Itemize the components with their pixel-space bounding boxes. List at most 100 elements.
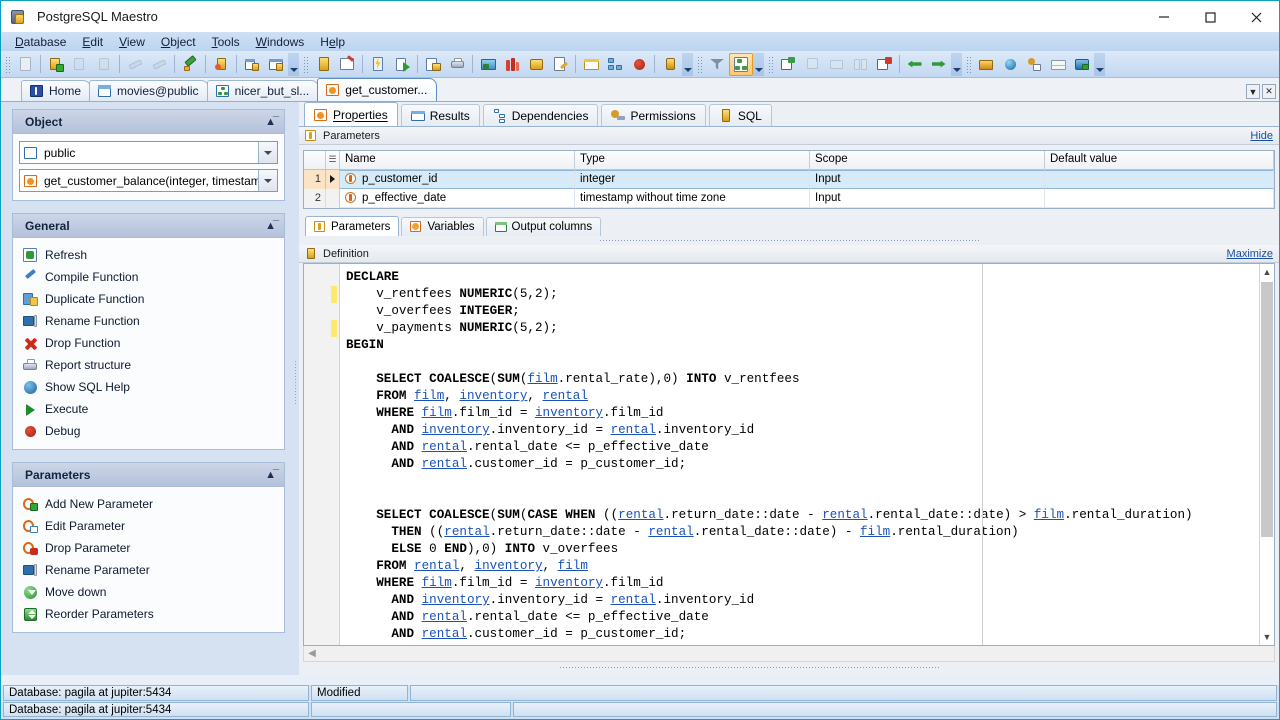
toolbar-home-icon[interactable] — [974, 53, 998, 76]
action-debug[interactable]: Debug — [19, 420, 280, 442]
toolbar-grip[interactable] — [4, 55, 11, 74]
doc-tab-movies[interactable]: movies@public — [89, 80, 209, 101]
menu-database[interactable]: Database — [7, 33, 74, 51]
minimize-button[interactable] — [1141, 1, 1187, 32]
cell-scope[interactable]: Input — [810, 189, 1045, 208]
menu-view[interactable]: View — [111, 33, 153, 51]
toolbar-feedback-icon[interactable] — [1070, 53, 1094, 76]
action-execute[interactable]: Execute — [19, 398, 280, 420]
menu-tools[interactable]: Tools — [204, 33, 248, 51]
toolbar-overflow-5[interactable] — [1094, 53, 1105, 76]
toolbar-grip-5[interactable] — [965, 55, 972, 74]
col-type[interactable]: Type — [575, 151, 810, 169]
toolbar-edit-database-icon[interactable] — [68, 53, 92, 76]
sql-code-text[interactable]: DECLARE v_rentfees NUMERIC(5,2); v_overf… — [340, 264, 1259, 645]
toolbar-chart-icon[interactable] — [500, 53, 524, 76]
menu-edit[interactable]: Edit — [74, 33, 111, 51]
doc-tab-nicer-but-sl[interactable]: nicer_but_sl... — [207, 80, 320, 101]
cell-type[interactable]: integer — [575, 170, 810, 189]
toolbar-connect-icon[interactable] — [123, 53, 147, 76]
object-panel-header[interactable]: Object ▲̅ — [13, 110, 284, 134]
action-refresh[interactable]: Refresh — [19, 244, 280, 266]
general-panel-header[interactable]: General ▲̅ — [13, 214, 284, 238]
object-combo[interactable]: get_customer_balance(integer, timestamp — [19, 169, 278, 192]
toolbar-package-icon[interactable] — [524, 53, 548, 76]
toolbar-query-builder-icon[interactable] — [335, 53, 359, 76]
maximize-button[interactable] — [1187, 1, 1233, 32]
close-button[interactable] — [1233, 1, 1279, 32]
toolbar-script-edit-icon[interactable] — [548, 53, 572, 76]
col-name[interactable]: Name — [340, 151, 575, 169]
parameters-panel-header[interactable]: Parameters ▲̅ — [13, 463, 284, 487]
chevron-up-icon[interactable]: ▲̅ — [265, 220, 276, 232]
maximize-definition-link[interactable]: Maximize — [1227, 248, 1273, 260]
toolbar-table-editor-icon[interactable] — [240, 53, 264, 76]
tab-close-button[interactable]: ✕ — [1262, 84, 1276, 99]
tab-results[interactable]: Results — [401, 104, 480, 126]
toolbar-execute-script-icon[interactable] — [366, 53, 390, 76]
action-rename-parameter[interactable]: Rename Parameter — [19, 559, 280, 581]
menu-help[interactable]: Help — [312, 33, 353, 51]
chevron-up-icon[interactable]: ▲̅ — [265, 469, 276, 481]
action-show-sql-help[interactable]: Show SQL Help — [19, 376, 280, 398]
scroll-left-button[interactable]: ◀ — [304, 648, 320, 659]
tab-list-dropdown-button[interactable]: ▼ — [1246, 84, 1260, 99]
toolbar-back-icon[interactable] — [903, 53, 927, 76]
action-drop-parameter[interactable]: Drop Parameter — [19, 537, 280, 559]
cell-name[interactable]: p_customer_id — [340, 170, 575, 189]
toolbar-tile-vertical-icon[interactable] — [848, 53, 872, 76]
toolbar-filter-icon[interactable] — [705, 53, 729, 76]
schema-combo[interactable]: public — [19, 141, 278, 164]
tab-properties[interactable]: Properties — [304, 102, 398, 126]
toolbar-overflow-3[interactable] — [753, 53, 764, 76]
action-drop-function[interactable]: Drop Function — [19, 332, 280, 354]
editor-vertical-scrollbar[interactable]: ▲ ▼ — [1259, 264, 1274, 645]
action-add-new-parameter[interactable]: Add New Parameter — [19, 493, 280, 515]
cell-name[interactable]: p_effective_date — [340, 189, 575, 208]
toolbar-disconnect-icon[interactable] — [147, 53, 171, 76]
tab-permissions[interactable]: Permissions — [601, 104, 705, 126]
toolbar-sql-editor-icon[interactable] — [311, 53, 335, 76]
tab-dependencies[interactable]: Dependencies — [483, 104, 599, 126]
action-edit-parameter[interactable]: Edit Parameter — [19, 515, 280, 537]
scroll-down-button[interactable]: ▼ — [1260, 629, 1274, 645]
cell-default-value[interactable] — [1045, 189, 1274, 208]
toolbar-data-editor-icon[interactable] — [264, 53, 288, 76]
toolbar-diagram-icon[interactable] — [603, 53, 627, 76]
col-scope[interactable]: Scope — [810, 151, 1045, 169]
action-reorder-parameters[interactable]: Reorder Parameters — [19, 603, 280, 625]
tab-sql[interactable]: SQL — [709, 104, 772, 126]
toolbar-grid-icon[interactable] — [579, 53, 603, 76]
toolbar-close-window-icon[interactable] — [872, 53, 896, 76]
action-duplicate-function[interactable]: Duplicate Function — [19, 288, 280, 310]
toolbar-add-database-icon[interactable] — [44, 53, 68, 76]
cell-default-value[interactable] — [1045, 170, 1274, 189]
bottom-splitter[interactable] — [299, 662, 1279, 672]
toolbar-forward-icon[interactable] — [927, 53, 951, 76]
doc-tab-get-customer[interactable]: get_customer... — [317, 78, 437, 101]
toolbar-report-icon[interactable] — [476, 53, 500, 76]
toolbar-new-window-icon[interactable] — [776, 53, 800, 76]
table-row[interactable]: 1 p_customer_id integer Input — [304, 170, 1274, 189]
toolbar-print-icon[interactable] — [445, 53, 469, 76]
chevron-down-icon[interactable] — [258, 170, 277, 191]
horizontal-splitter[interactable] — [299, 236, 1279, 245]
toolbar-execute-icon[interactable] — [390, 53, 414, 76]
cell-scope[interactable]: Input — [810, 170, 1045, 189]
action-report-structure[interactable]: Report structure — [19, 354, 280, 376]
toolbar-import-icon[interactable] — [421, 53, 445, 76]
toolbar-grip-4[interactable] — [767, 55, 774, 74]
action-rename-function[interactable]: Rename Function — [19, 310, 280, 332]
menu-object[interactable]: Object — [153, 33, 204, 51]
scrollbar-thumb[interactable] — [1261, 282, 1273, 537]
toolbar-grip-3[interactable] — [696, 55, 703, 74]
action-move-down[interactable]: Move down — [19, 581, 280, 603]
toolbar-cascade-icon[interactable] — [800, 53, 824, 76]
toolbar-overflow-2[interactable] — [682, 53, 693, 76]
cell-type[interactable]: timestamp without time zone — [575, 189, 810, 208]
col-default-value[interactable]: Default value — [1045, 151, 1274, 169]
hide-parameters-link[interactable]: Hide — [1250, 130, 1273, 142]
subtab-variables[interactable]: Variables — [401, 217, 483, 236]
toolbar-plugin-icon[interactable] — [658, 53, 682, 76]
scroll-up-button[interactable]: ▲ — [1260, 264, 1274, 280]
